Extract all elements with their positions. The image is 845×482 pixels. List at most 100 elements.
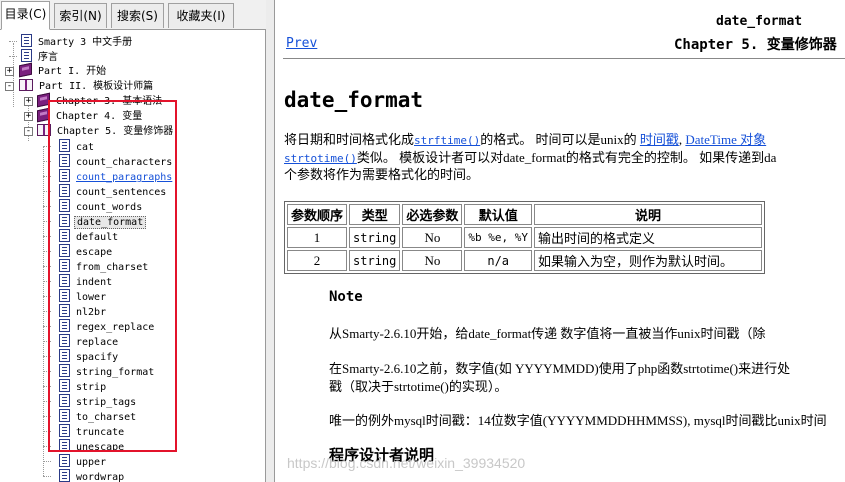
tree-item-cat[interactable]: cat <box>43 139 96 154</box>
tree-connector <box>43 356 51 357</box>
tab-favorites[interactable]: 收藏夹(I) <box>168 3 234 28</box>
collapse-icon[interactable]: - <box>5 82 14 91</box>
collapse-icon[interactable]: - <box>24 127 33 136</box>
prev-link[interactable]: Prev <box>286 36 317 51</box>
page-icon <box>59 154 70 167</box>
page-icon <box>59 139 70 152</box>
intro-text: 类似。 模板设计者可以对date_format的格式有完全的控制。 如果传递到d… <box>356 150 777 165</box>
tree-item-string-format[interactable]: string_format <box>43 364 156 379</box>
expand-icon[interactable]: + <box>24 97 33 106</box>
parameters-table: 参数顺序 类型 必选参数 默认值 说明 1 string No %b %e, %… <box>284 201 765 274</box>
tree-item-chapter3[interactable]: Chapter 3. 基本语法 <box>37 92 164 109</box>
tree-item-label: Part I. 开始 <box>38 66 107 77</box>
tree-item-replace[interactable]: replace <box>43 334 120 349</box>
page-icon <box>59 319 70 332</box>
tree-item-preface[interactable]: 序言 <box>9 49 60 64</box>
tree-item-label: truncate <box>76 427 125 438</box>
page-heading: date_format <box>284 88 424 112</box>
table-cell: 输出时间的格式定义 <box>534 227 762 248</box>
tree-connector <box>43 446 51 447</box>
pane-splitter[interactable] <box>266 0 275 482</box>
tree-item-part2[interactable]: Part II. 模板设计师篇 <box>19 79 155 94</box>
note-paragraph-2: 在Smarty-2.6.10之前，数字值(如 YYYYMMDD)使用了php函数… <box>329 361 791 376</box>
chapter-title: Chapter 5. 变量修饰器 <box>674 34 837 54</box>
tree-item-count-paragraphs[interactable]: count_paragraphs <box>43 169 174 184</box>
page-icon <box>59 334 70 347</box>
note-paragraph-1: 从Smarty-2.6.10开始，给date_format传递 数字值将一直被当… <box>329 326 766 341</box>
table-cell: string <box>349 227 401 248</box>
tree-item-from-charset[interactable]: from_charset <box>43 259 150 274</box>
page-icon <box>59 199 70 212</box>
tree-item-wordwrap[interactable]: wordwrap <box>43 469 126 482</box>
tree-item-spacify[interactable]: spacify <box>43 349 120 364</box>
column-header: 默认值 <box>464 204 532 225</box>
tree-item-truncate[interactable]: truncate <box>43 424 126 439</box>
strftime-link[interactable]: strftime() <box>414 134 480 147</box>
table-header-row: 参数顺序 类型 必选参数 默认值 说明 <box>287 204 762 225</box>
tab-contents[interactable]: 目录(C) <box>1 1 50 30</box>
tree-connector <box>9 41 17 42</box>
tree-item-label: nl2br <box>76 307 107 318</box>
page-icon <box>59 454 70 467</box>
tab-index[interactable]: 索引(N) <box>54 3 107 28</box>
expand-icon[interactable]: + <box>24 112 33 121</box>
tree-item-label: to_charset <box>76 412 137 423</box>
tree-item-unescape[interactable]: unescape <box>43 439 126 454</box>
expand-icon[interactable]: + <box>5 67 14 76</box>
tree-item-upper[interactable]: upper <box>43 454 108 469</box>
page-icon <box>59 229 70 242</box>
tree-item-label: string_format <box>76 367 155 378</box>
tree-item-strip-tags[interactable]: strip_tags <box>43 394 138 409</box>
table-cell: 1 <box>287 227 348 248</box>
table-row: 2 string No n/a 如果输入为空，则作为默认时间。 <box>287 250 762 271</box>
tab-search[interactable]: 搜索(S) <box>111 3 164 28</box>
nav-tabs: 目录(C) 索引(N) 搜索(S) 收藏夹(I) <box>0 0 266 30</box>
tree-item-count-words[interactable]: count_words <box>43 199 144 214</box>
tree-item-date-format[interactable]: date_format <box>43 214 147 229</box>
page-icon <box>21 49 32 62</box>
tree-item-part1[interactable]: Part I. 开始 <box>19 62 108 79</box>
tree-item-label: Chapter 3. 基本语法 <box>56 96 163 107</box>
watermark-text: https://blog.csdn.net/weixin_39934520 <box>287 455 526 471</box>
tree-connector <box>43 401 51 402</box>
tree-item-lower[interactable]: lower <box>43 289 108 304</box>
tree-connector <box>43 266 51 267</box>
tree-connector <box>43 326 51 327</box>
page-icon <box>59 469 70 482</box>
tree-item-label: replace <box>76 337 119 348</box>
open-book-icon <box>37 124 51 136</box>
tree-item-count-characters[interactable]: count_characters <box>43 154 174 169</box>
tree-item-label: upper <box>76 457 107 468</box>
page-icon <box>59 169 70 182</box>
tree-item-to-charset[interactable]: to_charset <box>43 409 138 424</box>
table-row: 1 string No %b %e, %Y 输出时间的格式定义 <box>287 227 762 248</box>
tree-item-manual[interactable]: Smarty 3 中文手册 <box>9 34 134 49</box>
timestamp-link[interactable]: 时间戳 <box>640 132 679 147</box>
page-icon <box>59 394 70 407</box>
help-navigation-pane: 目录(C) 索引(N) 搜索(S) 收藏夹(I) Smarty 3 中文手册 序… <box>0 0 266 482</box>
tree-item-regex-replace[interactable]: regex_replace <box>43 319 156 334</box>
tree-item-chapter4[interactable]: Chapter 4. 变量 <box>37 107 144 124</box>
tree-item-indent[interactable]: indent <box>43 274 114 289</box>
intro-line-3: 个参数将作为需要格式化的时间。 <box>284 167 480 182</box>
tree-connector <box>43 461 51 462</box>
tree-connector <box>43 416 51 417</box>
nav-header-title: date_format <box>716 14 803 29</box>
intro-text: 的格式。 时间可以是unix的 <box>480 132 640 147</box>
tree-connector <box>43 431 51 432</box>
tree-item-label: Chapter 4. 变量 <box>56 111 143 122</box>
tree-item-strip[interactable]: strip <box>43 379 108 394</box>
tree-connector <box>43 146 51 147</box>
column-header: 说明 <box>534 204 762 225</box>
tree-item-escape[interactable]: escape <box>43 244 114 259</box>
tree-connector <box>43 296 51 297</box>
page-icon <box>59 244 70 257</box>
tree-item-default[interactable]: default <box>43 229 120 244</box>
tree-connector <box>43 386 51 387</box>
datetime-link[interactable]: DateTime 对象 <box>685 132 766 147</box>
page-icon <box>59 379 70 392</box>
tree-item-nl2br[interactable]: nl2br <box>43 304 108 319</box>
tree-item-chapter5[interactable]: Chapter 5. 变量修饰器 <box>37 124 175 139</box>
tree-item-count-sentences[interactable]: count_sentences <box>43 184 168 199</box>
note-title: Note <box>329 289 363 305</box>
